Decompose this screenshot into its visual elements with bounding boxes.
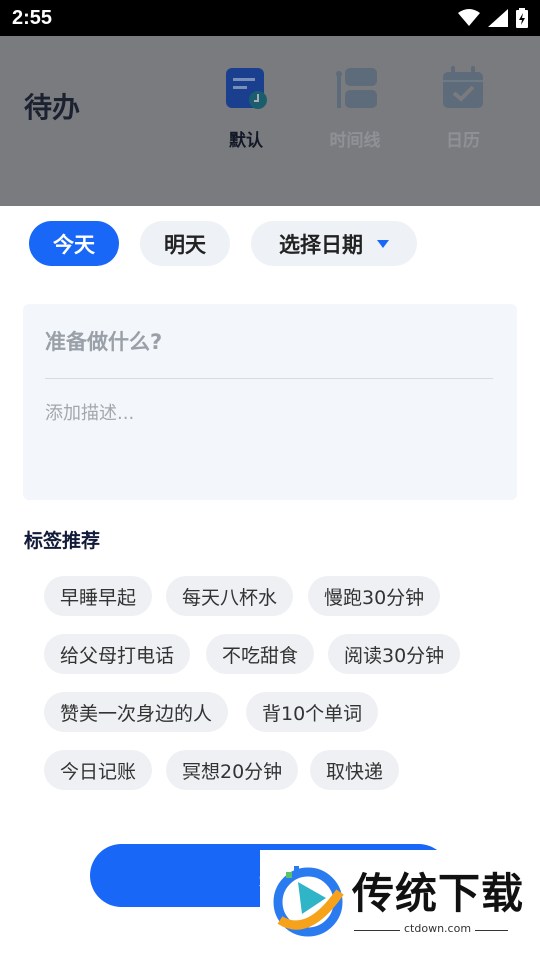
tag-chip[interactable]: 今日记账 (44, 750, 153, 790)
watermark: 传统下载 ctdown.com (260, 850, 540, 942)
tag-chip[interactable]: 早睡早起 (44, 576, 153, 616)
tag-chip[interactable]: 冥想20分钟 (166, 750, 299, 790)
watermark-logo-icon (273, 866, 344, 937)
pick-date-button[interactable]: 选择日期 (251, 221, 417, 266)
calendar-check-icon (443, 66, 483, 108)
tab-default-label: 默认 (229, 131, 263, 151)
timeline-icon (336, 68, 377, 108)
tag-chip[interactable]: 阅读30分钟 (328, 634, 461, 674)
tag-chip[interactable]: 每天八杯水 (166, 576, 294, 616)
tab-calendar[interactable]: 日历 (423, 66, 503, 151)
todo-description-input[interactable]: 添加描述... (45, 399, 134, 425)
add-todo-sheet: 今天 明天 选择日期 准备做什么? 添加描述... 标签推荐 早睡早起 每天八杯… (0, 206, 540, 960)
list-note-icon (226, 68, 267, 109)
tomorrow-button[interactable]: 明天 (140, 221, 230, 266)
status-bar: 2:55 (0, 0, 540, 36)
tag-chip[interactable]: 取快递 (310, 750, 400, 790)
tags-section-title: 标签推荐 (24, 530, 101, 552)
watermark-url: ctdown.com (400, 922, 476, 935)
tab-timeline[interactable]: 时间线 (315, 66, 395, 151)
status-icons (458, 8, 528, 28)
pick-date-label: 选择日期 (279, 232, 363, 257)
today-button[interactable]: 今天 (29, 221, 119, 266)
watermark-title: 传统下载 (352, 869, 525, 918)
wifi-icon (458, 9, 480, 26)
tab-calendar-label: 日历 (446, 131, 480, 151)
tab-timeline-label: 时间线 (329, 131, 381, 151)
todo-title-input[interactable]: 准备做什么? (45, 326, 493, 356)
signal-icon (488, 9, 508, 27)
todo-editor: 准备做什么? 添加描述... (23, 304, 517, 500)
tag-chip[interactable]: 慢跑30分钟 (308, 576, 441, 616)
tag-chip[interactable]: 给父母打电话 (44, 634, 191, 674)
tag-chip[interactable]: 赞美一次身边的人 (44, 692, 229, 732)
caret-down-icon (377, 239, 389, 248)
battery-icon (516, 8, 528, 28)
header: 待办 默认 时间线 日历 (0, 36, 540, 206)
editor-divider (45, 378, 493, 379)
tab-default[interactable]: 默认 (206, 66, 286, 151)
tag-chip[interactable]: 背10个单词 (246, 692, 379, 732)
status-time: 2:55 (12, 6, 53, 29)
tag-chip[interactable]: 不吃甜食 (206, 634, 315, 674)
page-title: 待办 (24, 91, 81, 124)
